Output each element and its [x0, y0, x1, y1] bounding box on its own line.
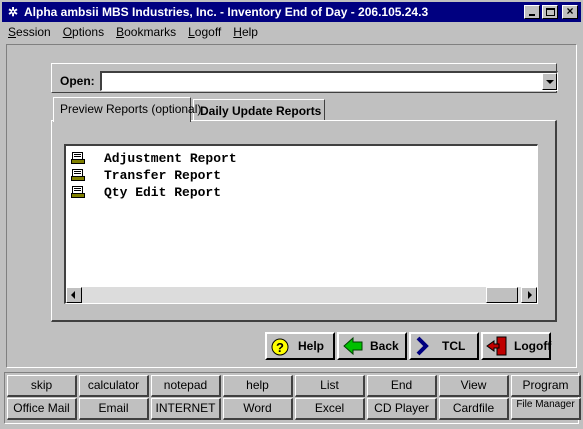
help-shortcut-button[interactable]: help	[223, 375, 293, 397]
scroll-left-icon[interactable]	[66, 287, 82, 303]
skip-button[interactable]: skip	[7, 375, 77, 397]
menu-help-mnemonic: H	[233, 25, 242, 39]
close-icon: ×	[566, 4, 574, 18]
menu-session-mnemonic: S	[8, 25, 17, 39]
tcl-label: TCL	[442, 339, 466, 353]
help-label: Help	[298, 339, 325, 353]
program-button[interactable]: Program	[511, 375, 581, 397]
printer-report-icon	[70, 151, 86, 165]
menu-options-mnemonic: O	[62, 25, 73, 39]
tab-daily-update-reports[interactable]: Daily Update Reports	[193, 99, 325, 121]
logoff-door-icon	[486, 336, 508, 356]
open-panel: Open:	[51, 63, 558, 93]
menu-help[interactable]: Help	[233, 25, 258, 39]
report-label: Adjustment Report	[104, 150, 237, 166]
horizontal-scrollbar[interactable]	[66, 287, 537, 303]
printer-report-icon	[70, 168, 86, 182]
back-label: Back	[370, 339, 399, 353]
list-button[interactable]: List	[295, 375, 365, 397]
cardfile-button[interactable]: Cardfile	[439, 398, 509, 420]
minimize-icon	[529, 14, 535, 16]
logoff-button[interactable]: Logoff	[481, 332, 551, 360]
maximize-button[interactable]	[542, 5, 558, 19]
combo-dropdown-arrow-icon[interactable]	[542, 73, 557, 90]
list-item[interactable]: Qty Edit Report	[70, 184, 221, 200]
open-label: Open:	[60, 74, 95, 88]
help-button[interactable]: ? Help	[265, 332, 335, 360]
close-button[interactable]: ×	[562, 4, 578, 19]
tcl-button[interactable]: TCL	[409, 332, 479, 360]
menu-bookmarks[interactable]: Bookmarks	[116, 25, 176, 39]
menu-options-label: ptions	[72, 25, 105, 39]
internet-button[interactable]: INTERNET	[151, 398, 221, 420]
report-label: Qty Edit Report	[104, 184, 222, 200]
menu-session[interactable]: Session	[8, 25, 51, 39]
back-button[interactable]: Back	[337, 332, 407, 360]
menu-logoff-label: ogoff	[194, 25, 222, 39]
calculator-button[interactable]: calculator	[79, 375, 149, 397]
end-button[interactable]: End	[367, 375, 437, 397]
maximize-icon	[546, 8, 555, 16]
report-label: Transfer Report	[104, 167, 222, 183]
cd-player-button[interactable]: CD Player	[367, 398, 437, 420]
minimize-button[interactable]	[524, 5, 540, 19]
client-area: Open: Preview Reports (optional) Daily U…	[6, 44, 577, 368]
help-icon: ?	[270, 336, 292, 356]
view-button[interactable]: View	[439, 375, 509, 397]
menu-options[interactable]: Options	[63, 25, 104, 39]
file-manager-button[interactable]: File Manager	[511, 398, 581, 420]
tab-preview-reports[interactable]: Preview Reports (optional)	[53, 97, 201, 122]
app-icon[interactable]: ✲	[5, 4, 21, 20]
shortcut-toolbar: skip calculator notepad help List End Vi…	[4, 372, 581, 424]
menu-bookmarks-mnemonic: B	[116, 25, 125, 39]
menu-session-label: ession	[16, 25, 51, 39]
report-listbox[interactable]: Adjustment Report Transfer Report Qty Ed…	[64, 144, 538, 304]
svg-text:?: ?	[276, 340, 284, 355]
scroll-right-icon[interactable]	[521, 287, 537, 303]
menu-help-label: elp	[241, 25, 258, 39]
menu-bookmarks-label: ookmarks	[124, 25, 177, 39]
menu-logoff[interactable]: Logoff	[188, 25, 221, 39]
printer-report-icon	[70, 185, 86, 199]
tab-panel: Adjustment Report Transfer Report Qty Ed…	[51, 120, 557, 322]
back-arrow-icon	[342, 336, 364, 356]
office-mail-button[interactable]: Office Mail	[7, 398, 77, 420]
scroll-thumb[interactable]	[486, 287, 518, 303]
title-bar[interactable]: ✲ Alpha ambsii MBS Industries, Inc. - In…	[2, 2, 581, 22]
list-item[interactable]: Adjustment Report	[70, 150, 237, 166]
tcl-chevron-icon	[414, 336, 436, 356]
email-button[interactable]: Email	[79, 398, 149, 420]
word-button[interactable]: Word	[223, 398, 293, 420]
notepad-button[interactable]: notepad	[151, 375, 221, 397]
excel-button[interactable]: Excel	[295, 398, 365, 420]
open-combobox[interactable]	[100, 71, 558, 91]
window-title: Alpha ambsii MBS Industries, Inc. - Inve…	[24, 5, 429, 19]
logoff-label: Logoff	[514, 339, 552, 353]
list-item[interactable]: Transfer Report	[70, 167, 221, 183]
menu-logoff-mnemonic: L	[188, 25, 195, 39]
menu-bar: Session Options Bookmarks Logoff Help	[2, 22, 581, 42]
